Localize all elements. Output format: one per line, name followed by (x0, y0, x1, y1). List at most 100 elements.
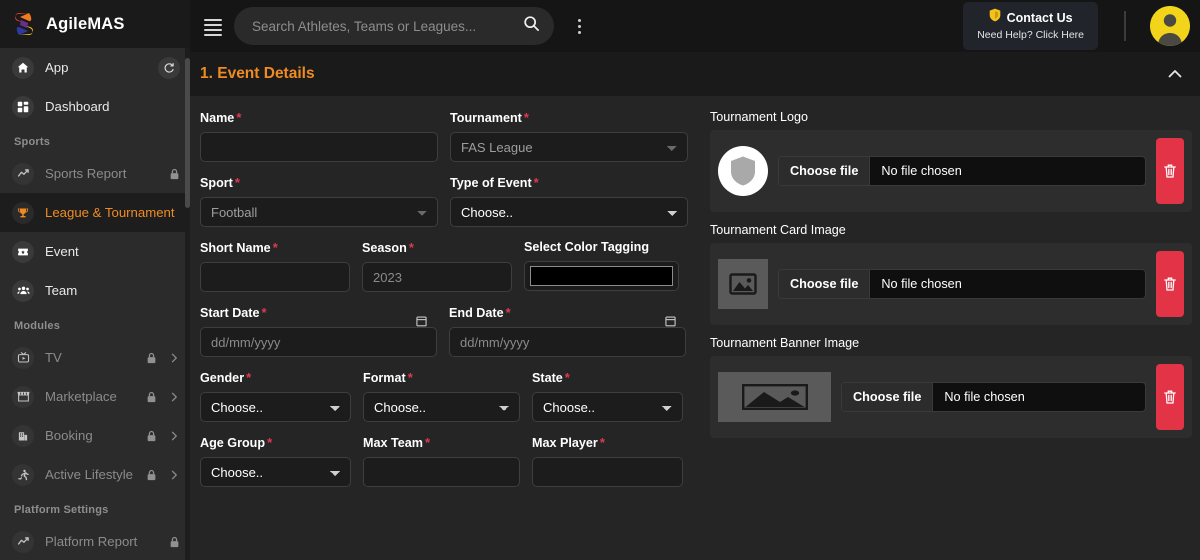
field-name: Name* (200, 110, 438, 162)
trend-up-icon (12, 163, 34, 185)
state-select[interactable]: Choose.. (532, 392, 683, 422)
file-input-control[interactable]: Choose file No file chosen (841, 382, 1146, 412)
color-swatch (530, 266, 673, 286)
chevron-right-icon (168, 352, 180, 364)
field-tournament: Tournament* FAS League (450, 110, 688, 162)
kebab-menu-icon[interactable] (570, 16, 588, 36)
sidebar-item-label: Platform Report (45, 534, 156, 549)
sidebar-item-label: Active Lifestyle (45, 467, 133, 482)
tournament-select[interactable]: FAS League (450, 132, 688, 162)
sidebar-nav: App Dashboard Sports (0, 48, 190, 560)
form-row-1: Name* Tournament* FAS League (200, 110, 688, 162)
sidebar-item-label: App (45, 60, 147, 75)
field-season: Season* (362, 240, 512, 292)
form-row-5: Gender* Choose.. Format* Choose.. State*… (200, 370, 688, 422)
home-icon (12, 57, 34, 79)
field-label: Select Color Tagging (524, 240, 679, 254)
format-select[interactable]: Choose.. (363, 392, 520, 422)
sidebar-item-label: Team (45, 283, 180, 298)
type-of-event-select[interactable]: Choose.. (450, 197, 688, 227)
sidebar-item-app[interactable]: App (0, 48, 190, 87)
sidebar-section-sports: Sports (0, 126, 190, 154)
field-format: Format* Choose.. (363, 370, 520, 422)
form-row-3: Short Name* Season* Select Color Tagging (200, 240, 688, 292)
contact-subtitle: Need Help? Click Here (977, 29, 1084, 42)
season-input[interactable] (362, 262, 512, 292)
sidebar-item-team[interactable]: Team (0, 271, 190, 310)
delete-upload-button[interactable] (1156, 138, 1184, 204)
user-avatar-icon[interactable] (1150, 6, 1190, 46)
building-icon (12, 425, 34, 447)
lock-icon (146, 430, 157, 442)
age-group-select[interactable]: Choose.. (200, 457, 351, 487)
field-color-tagging: Select Color Tagging (524, 240, 679, 292)
name-input[interactable] (200, 132, 438, 162)
field-state: State* Choose.. (532, 370, 683, 422)
upload-tournament-card-image: Tournament Card Image Choose file No fil… (710, 223, 1192, 325)
file-input-control[interactable]: Choose file No file chosen (778, 156, 1146, 186)
chevron-right-icon (168, 469, 180, 481)
sidebar-item-booking[interactable]: Booking (0, 416, 190, 455)
form-row-6: Age Group* Choose.. Max Team* Max Player… (200, 435, 688, 487)
sidebar-scrollbar-thumb[interactable] (185, 58, 190, 208)
running-icon (12, 464, 34, 486)
agilemas-logo-icon (12, 11, 36, 37)
sidebar-item-active-lifestyle[interactable]: Active Lifestyle (0, 455, 190, 494)
field-max-player: Max Player* (532, 435, 683, 487)
file-status-text: No file chosen (870, 157, 961, 185)
field-label: Sport* (200, 175, 438, 190)
color-tagging-picker[interactable] (524, 261, 679, 291)
contact-us-button[interactable]: Contact Us Need Help? Click Here (963, 2, 1098, 49)
brand-header: AgileMAS (0, 0, 190, 48)
max-player-input[interactable] (532, 457, 683, 487)
choose-file-button[interactable]: Choose file (842, 383, 933, 411)
image-icon (718, 259, 768, 309)
start-date-input[interactable] (200, 327, 437, 357)
gender-select[interactable]: Choose.. (200, 392, 351, 422)
field-label: Format* (363, 370, 520, 385)
sidebar-item-event[interactable]: Event (0, 232, 190, 271)
lock-icon (146, 469, 157, 481)
form-row-4: Start Date* End Date* (200, 305, 688, 357)
upload-row: Choose file No file chosen (710, 243, 1192, 325)
field-type-of-event: Type of Event* Choose.. (450, 175, 688, 227)
field-label: Season* (362, 240, 512, 255)
sidebar-item-dashboard[interactable]: Dashboard (0, 87, 190, 126)
file-input-control[interactable]: Choose file No file chosen (778, 269, 1146, 299)
sidebar-section-modules: Modules (0, 310, 190, 338)
store-icon (12, 386, 34, 408)
sidebar-item-label: Marketplace (45, 389, 133, 404)
sidebar-item-marketplace[interactable]: Marketplace (0, 377, 190, 416)
form-right-column: Tournament Logo Choose file No file chos… (702, 96, 1200, 560)
search-bar[interactable] (234, 7, 554, 45)
sidebar-item-league-tournament[interactable]: League & Tournament (0, 193, 190, 232)
refresh-icon[interactable] (158, 57, 180, 79)
field-label: Max Team* (363, 435, 520, 450)
short-name-input[interactable] (200, 262, 350, 292)
delete-upload-button[interactable] (1156, 251, 1184, 317)
sidebar-item-label: Dashboard (45, 99, 180, 114)
chevron-up-icon[interactable] (1166, 65, 1184, 83)
search-input[interactable] (252, 19, 515, 34)
upload-row: Choose file No file chosen (710, 130, 1192, 212)
max-team-input[interactable] (363, 457, 520, 487)
choose-file-button[interactable]: Choose file (779, 270, 870, 298)
field-label: Age Group* (200, 435, 351, 450)
field-end-date: End Date* (449, 305, 686, 357)
end-date-input[interactable] (449, 327, 686, 357)
sport-select[interactable]: Football (200, 197, 438, 227)
sidebar-item-sports-report[interactable]: Sports Report (0, 154, 190, 193)
file-status-text: No file chosen (870, 270, 961, 298)
lock-icon (146, 391, 157, 403)
hamburger-icon[interactable] (204, 19, 222, 33)
search-icon[interactable] (523, 15, 540, 37)
choose-file-button[interactable]: Choose file (779, 157, 870, 185)
field-label: State* (532, 370, 683, 385)
sidebar-item-tv[interactable]: TV (0, 338, 190, 377)
upload-tournament-banner-image: Tournament Banner Image Choose file No f… (710, 336, 1192, 438)
field-label: Tournament* (450, 110, 688, 125)
delete-upload-button[interactable] (1156, 364, 1184, 430)
upload-label: Tournament Banner Image (710, 336, 1192, 350)
field-label: Gender* (200, 370, 351, 385)
sidebar-item-platform-report[interactable]: Platform Report (0, 522, 190, 560)
